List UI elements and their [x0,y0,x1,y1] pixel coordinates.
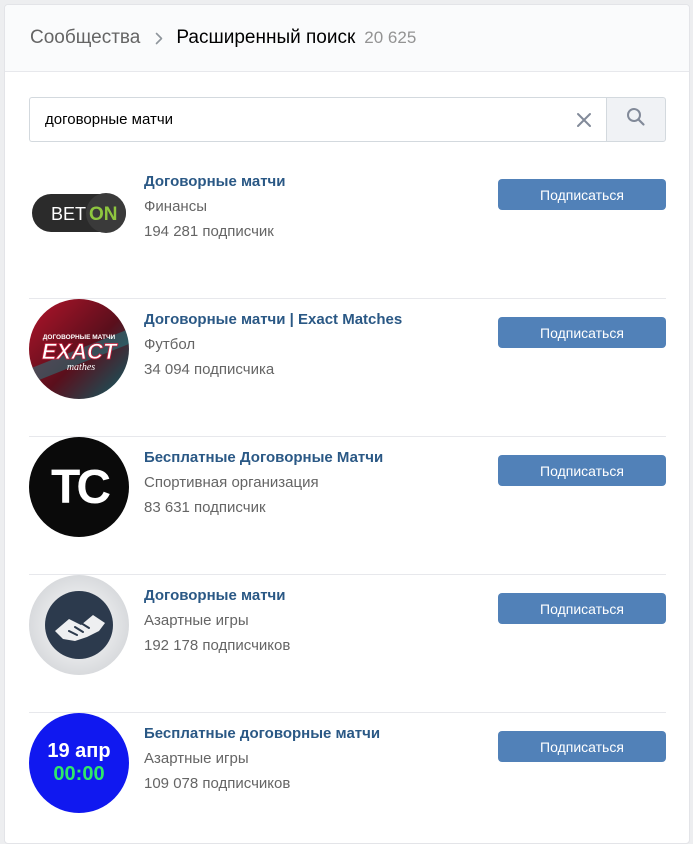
avatar-text: mathes [67,362,95,373]
subscribe-button[interactable]: Подписаться [498,179,666,210]
avatar-text: BET [51,204,86,224]
list-item: Договорные матчи Азартные игры 192 178 п… [29,575,666,713]
handshake-logo[interactable] [29,575,129,675]
results-list: BET ON Договорные матчи Финансы 194 281 … [29,161,666,843]
subscribe-button[interactable]: Подписаться [498,455,666,486]
subscriber-count: 194 281 подписчик [144,223,274,240]
subscribe-button[interactable]: Подписаться [498,317,666,348]
avatar-text: TC [51,461,110,514]
subscriber-count: 34 094 подписчика [144,361,275,378]
community-name[interactable]: Бесплатные Договорные Матчи [144,449,383,466]
community-name[interactable]: Бесплатные договорные матчи [144,725,380,742]
community-name[interactable]: Договорные матчи [144,587,290,604]
page-title: Расширенный поиск [176,27,356,48]
subscribe-button[interactable]: Подписаться [498,731,666,762]
community-name[interactable]: Договорные матчи | Exact Matches [144,311,402,328]
search-button[interactable] [606,97,666,142]
community-category: Финансы [144,198,207,215]
close-icon[interactable] [574,110,594,130]
search-field [29,97,606,142]
subscriber-count: 109 078 подписчиков [144,775,291,792]
communities-search-card: Сообщества Расширенный поиск 20 625 дого… [4,4,690,844]
results-count: 20 625 [364,28,417,47]
page-header: Сообщества Расширенный поиск 20 625 [5,5,689,72]
breadcrumb-communities[interactable]: Сообщества [30,27,140,49]
list-item: 19 апр 00:00 Бесплатные договорные матчи… [29,713,666,843]
list-item: TC Бесплатные Договорные Матчи Спортивна… [29,437,666,575]
chevron-right-icon [155,32,163,45]
subscriber-count: 83 631 подписчик [144,499,266,516]
subscriber-count: 192 178 подписчиков [144,637,291,654]
exact-matches-logo[interactable]: ДОГОВОРНЫЕ МАТЧИ EXACT mathes [29,299,129,399]
tc-logo[interactable]: TC [29,437,129,537]
avatar-text: 19 апр [47,740,110,762]
list-item: ДОГОВОРНЫЕ МАТЧИ EXACT mathes Договорные… [29,299,666,437]
search-icon [626,107,646,132]
community-category: Азартные игры [144,612,249,629]
bet-on-logo[interactable]: BET ON [29,161,129,261]
subscribe-button[interactable]: Подписаться [498,593,666,624]
search-bar [29,97,666,142]
avatar-text: EXACT [42,339,118,364]
avatar-text: ON [89,204,118,225]
date-logo[interactable]: 19 апр 00:00 [29,713,129,813]
list-item: BET ON Договорные матчи Финансы 194 281 … [29,161,666,299]
community-category: Азартные игры [144,750,249,767]
avatar-text: 00:00 [53,763,104,785]
community-name[interactable]: Договорные матчи [144,173,286,190]
search-input[interactable] [45,98,565,141]
community-category: Спортивная организация [144,474,319,491]
community-category: Футбол [144,336,196,353]
